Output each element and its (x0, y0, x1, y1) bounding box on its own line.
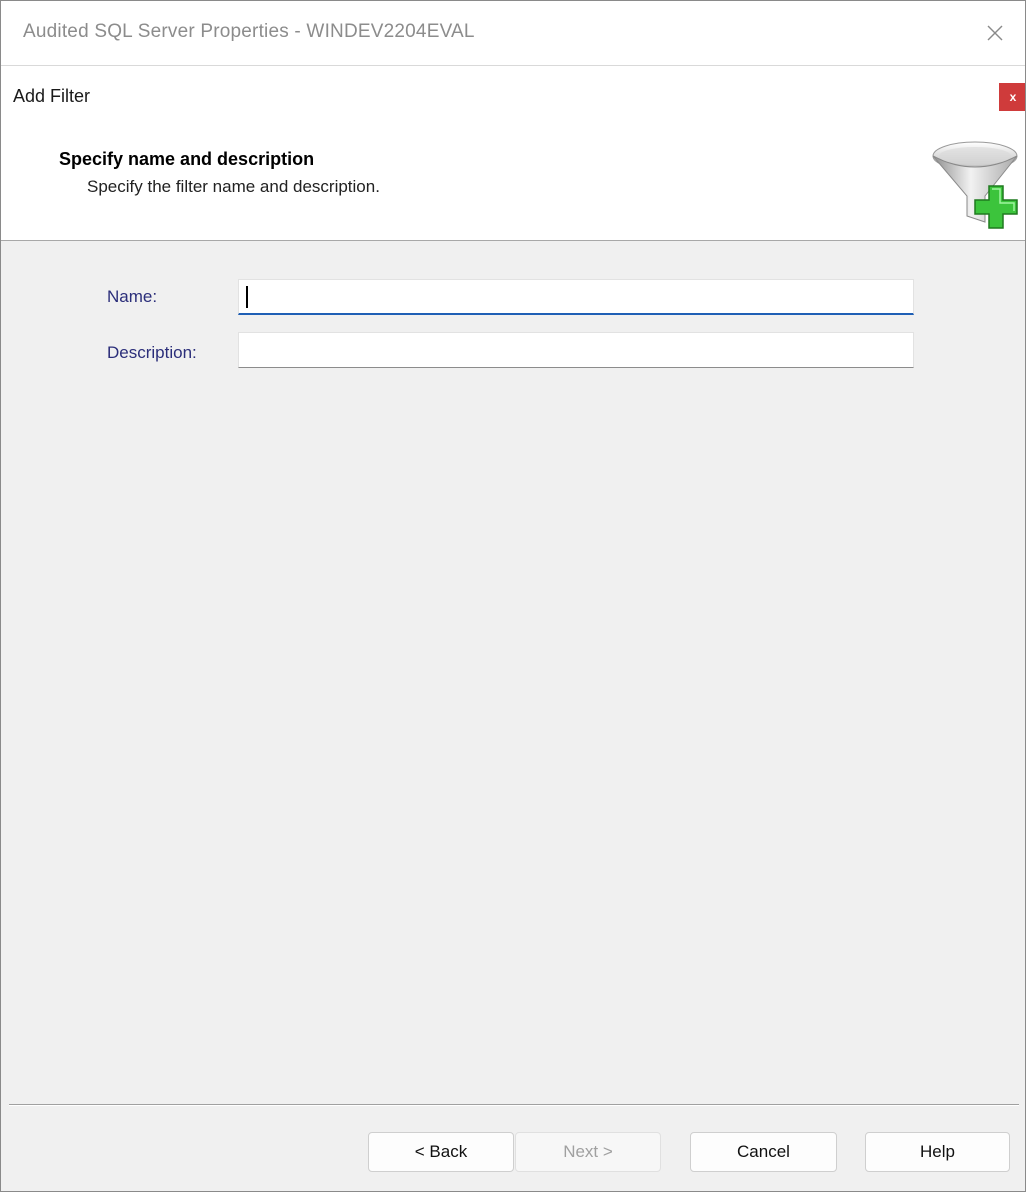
name-label: Name: (107, 287, 158, 306)
description-input[interactable] (238, 332, 914, 368)
back-button[interactable]: < Back (368, 1132, 514, 1172)
footer-divider (9, 1104, 1019, 1106)
cancel-button[interactable]: Cancel (690, 1132, 837, 1172)
description-label: Description: (107, 343, 197, 362)
wizard-header: Specify name and description Specify the… (1, 122, 1025, 241)
dialog-close-button[interactable]: x (999, 83, 1025, 111)
close-icon (987, 25, 1003, 41)
window-close-button[interactable] (965, 1, 1025, 65)
page-subtitle: Specify the filter name and description. (87, 177, 380, 196)
dialog-title: Add Filter (13, 86, 91, 106)
next-button[interactable]: Next > (515, 1132, 661, 1172)
help-button[interactable]: Help (865, 1132, 1010, 1172)
window-title: Audited SQL Server Properties - WINDEV22… (23, 21, 475, 42)
window-title-bar: Audited SQL Server Properties - WINDEV22… (1, 1, 1025, 66)
dialog-title-bar: Add Filter x (1, 66, 1025, 122)
dialog-window: Audited SQL Server Properties - WINDEV22… (0, 0, 1026, 1192)
funnel-add-icon (932, 141, 1018, 229)
name-input[interactable] (238, 279, 914, 315)
text-cursor (246, 286, 248, 308)
page-title: Specify name and description (59, 149, 315, 169)
